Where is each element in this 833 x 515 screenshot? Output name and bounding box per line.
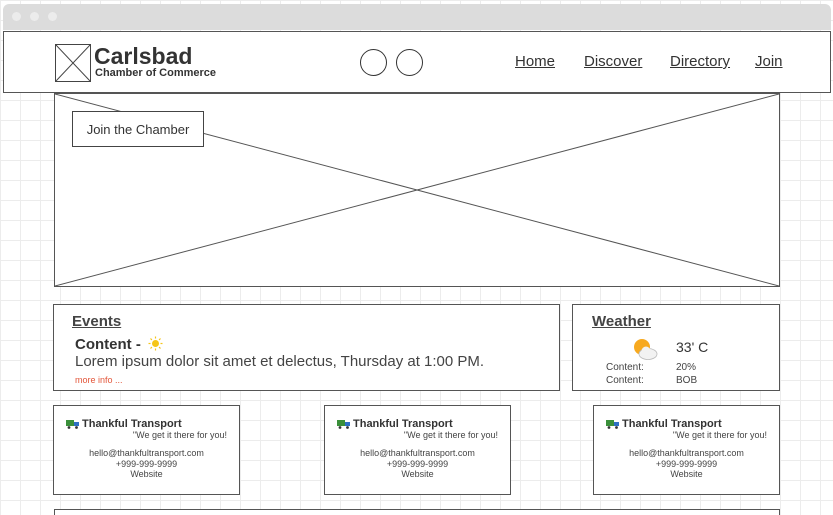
- social-circle-icon[interactable]: [360, 49, 387, 76]
- weather-row-value: 20%: [676, 362, 697, 373]
- events-panel: Events Content - Lorem ipsum dolor sit a…: [53, 304, 560, 391]
- nav-discover[interactable]: Discover: [584, 53, 642, 70]
- card-name: Thankful Transport: [66, 418, 182, 430]
- nav-directory[interactable]: Directory: [670, 53, 730, 70]
- truck-icon: [66, 420, 79, 429]
- nav-home[interactable]: Home: [515, 53, 555, 70]
- card-website-link[interactable]: Website: [594, 469, 779, 479]
- logo-placeholder-icon[interactable]: [55, 44, 91, 82]
- window-minimize-dot[interactable]: [30, 12, 39, 21]
- event-more-info-link[interactable]: more info ...: [75, 375, 123, 385]
- card-name: Thankful Transport: [337, 418, 453, 430]
- card-tagline: "We get it there for you!: [403, 430, 498, 440]
- site-header: Carlsbad Chamber of Commerce Home Discov…: [3, 31, 831, 93]
- card-email[interactable]: hello@thankfultransport.com: [54, 448, 239, 458]
- weather-row-value: BOB: [676, 375, 698, 386]
- brand-subtitle: Chamber of Commerce: [95, 67, 217, 79]
- window-maximize-dot[interactable]: [48, 12, 57, 21]
- truck-icon: [337, 420, 350, 429]
- weather-row-label: Content:: [606, 375, 644, 386]
- card-name-text: Thankful Transport: [622, 418, 722, 430]
- card-website-link[interactable]: Website: [325, 469, 510, 479]
- join-chamber-button[interactable]: Join the Chamber: [72, 111, 204, 147]
- footer-section: [54, 509, 780, 515]
- window-close-dot[interactable]: [12, 12, 21, 21]
- card-name-text: Thankful Transport: [353, 418, 453, 430]
- card-tagline: "We get it there for you!: [132, 430, 227, 440]
- business-card[interactable]: Thankful Transport "We get it there for …: [324, 405, 511, 495]
- weather-temperature: 33' C: [676, 339, 709, 355]
- brand-title: Carlsbad: [94, 43, 193, 69]
- event-heading: Content -: [75, 336, 141, 353]
- event-description: Lorem ipsum dolor sit amet et delectus, …: [75, 353, 485, 370]
- card-name-text: Thankful Transport: [82, 418, 182, 430]
- card-email[interactable]: hello@thankfultransport.com: [325, 448, 510, 458]
- events-title: Events: [72, 313, 122, 330]
- card-phone: +999-999-9999: [115, 459, 178, 469]
- card-tagline: "We get it there for you!: [672, 430, 767, 440]
- card-name: Thankful Transport: [606, 418, 722, 430]
- card-phone: +999-999-9999: [655, 459, 718, 469]
- sun-icon: [148, 336, 163, 351]
- weather-row-label: Content:: [606, 362, 644, 373]
- nav-join[interactable]: Join: [755, 53, 783, 70]
- truck-icon: [606, 420, 619, 429]
- card-phone: +999-999-9999: [386, 459, 449, 469]
- weather-panel: Weather 33' C Content: 20% Content: BOB: [572, 304, 780, 391]
- partly-cloudy-icon: [634, 339, 658, 360]
- social-circle-icon[interactable]: [396, 49, 423, 76]
- card-website-link[interactable]: Website: [54, 469, 239, 479]
- weather-title: Weather: [592, 313, 651, 330]
- hero-image-placeholder: Join the Chamber: [54, 93, 780, 287]
- business-card[interactable]: Thankful Transport "We get it there for …: [53, 405, 240, 495]
- card-email[interactable]: hello@thankfultransport.com: [594, 448, 779, 458]
- window-titlebar: [3, 4, 831, 30]
- business-card[interactable]: Thankful Transport "We get it there for …: [593, 405, 780, 495]
